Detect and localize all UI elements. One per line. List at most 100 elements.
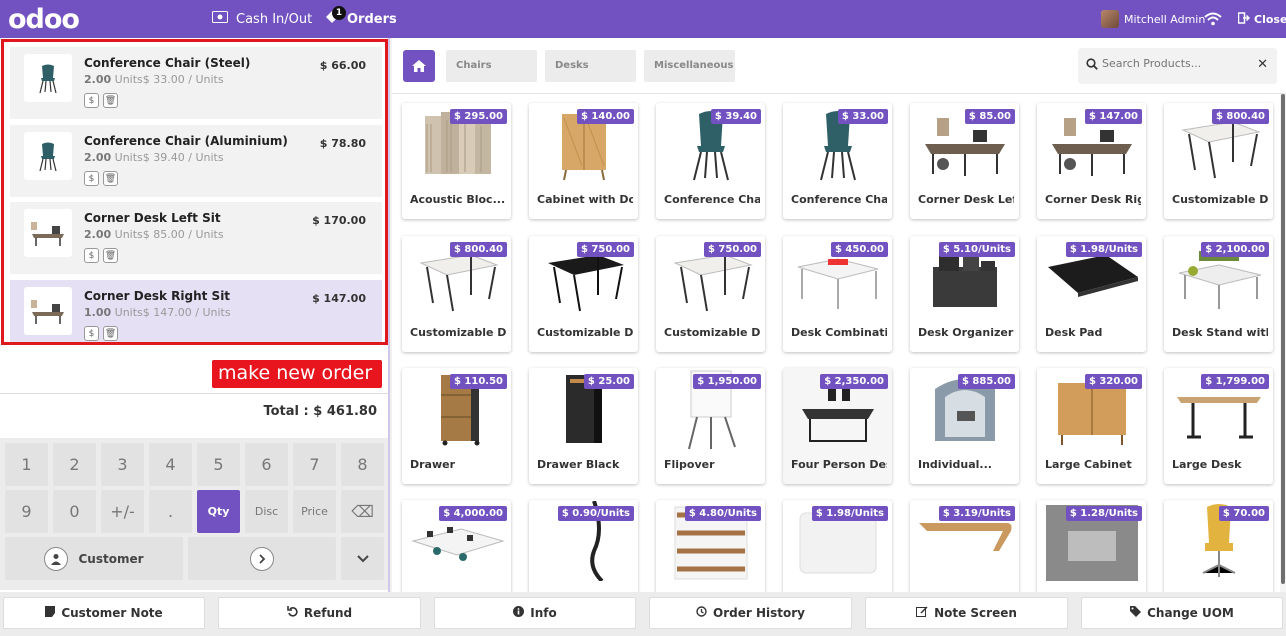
product-card[interactable]: $ 33.00 Conference Chair... — [783, 103, 892, 219]
refund-button[interactable]: Refund — [218, 597, 421, 629]
product-card[interactable]: $ 147.00 Corner Desk Right... — [1037, 103, 1146, 219]
numpad-key[interactable]: 4 — [149, 443, 192, 486]
trash-icon[interactable]: 🗑 — [103, 171, 118, 186]
note-screen-label: Note Screen — [934, 606, 1017, 620]
trash-icon[interactable]: 🗑 — [103, 93, 118, 108]
trash-icon[interactable]: 🗑 — [103, 326, 118, 341]
change-uom-button[interactable]: Change UOM — [1081, 597, 1283, 629]
info-button[interactable]: Info — [434, 597, 636, 629]
product-name: Large Desk — [1172, 458, 1242, 471]
product-card[interactable]: $ 450.00 Desk Combination — [783, 236, 892, 352]
user-menu[interactable]: Mitchell Admin — [1101, 0, 1205, 38]
numpad-key[interactable]: 7 — [293, 443, 336, 486]
trash-icon[interactable]: 🗑 — [103, 248, 118, 263]
product-card[interactable]: $ 295.00 Acoustic Bloc... — [402, 103, 511, 219]
close-label: Close — [1254, 12, 1286, 26]
scrollbar[interactable] — [1280, 94, 1286, 592]
home-icon[interactable] — [403, 50, 435, 82]
product-card[interactable]: $ 4.80/Units — [656, 500, 765, 592]
product-card[interactable]: $ 885.00 Individual... — [910, 368, 1019, 484]
chevron-down-icon[interactable] — [341, 537, 384, 580]
qty-mode-button[interactable]: Qty — [197, 490, 240, 533]
orderline-info: 2.00 Units$ 85.00 / Units — [84, 228, 224, 241]
price-button[interactable]: $ — [84, 171, 99, 186]
product-card[interactable]: $ 25.00 Drawer Black — [529, 368, 638, 484]
chair-icon — [24, 132, 72, 180]
product-card[interactable]: $ 140.00 Cabinet with Doors — [529, 103, 638, 219]
orderline-name: Conference Chair (Steel) — [84, 56, 251, 70]
price-button[interactable]: $ — [84, 248, 99, 263]
orderline[interactable]: Conference Chair (Aluminium) 2.00 Units$… — [10, 125, 382, 197]
product-card[interactable]: $ 85.00 Corner Desk Left... — [910, 103, 1019, 219]
product-price-tag: $ 750.00 — [703, 242, 761, 257]
product-price-tag: $ 800.40 — [1211, 109, 1269, 124]
numpad-key[interactable]: 5 — [197, 443, 240, 486]
customer-note-button[interactable]: Customer Note — [3, 597, 205, 629]
disc-mode-button[interactable]: Disc — [245, 490, 288, 533]
make-new-order-annotation: make new order — [212, 360, 382, 388]
numpad-key[interactable]: 3 — [101, 443, 144, 486]
product-price-tag: $ 140.00 — [576, 109, 634, 124]
close-button[interactable]: Close — [1237, 0, 1286, 38]
product-card[interactable]: $ 1.28/Units — [1037, 500, 1146, 592]
product-price-tag: $ 2,100.00 — [1201, 242, 1269, 257]
category-desks[interactable]: Desks — [545, 50, 636, 82]
product-price-tag: $ 39.40 — [710, 109, 761, 124]
product-card[interactable]: $ 5.10/Units Desk Organizer — [910, 236, 1019, 352]
decimal-key[interactable]: . — [149, 490, 192, 533]
product-card[interactable]: $ 1.98/Units Desk Pad — [1037, 236, 1146, 352]
clear-search-icon[interactable]: ✕ — [1257, 57, 1268, 72]
category-miscellaneous[interactable]: Miscellaneous — [644, 50, 735, 82]
product-card[interactable]: $ 39.40 Conference Chair... — [656, 103, 765, 219]
info-label: Info — [530, 606, 557, 620]
customer-button[interactable]: Customer — [5, 537, 183, 580]
price-mode-button[interactable]: Price — [293, 490, 336, 533]
product-card[interactable]: $ 800.40 Customizable Des... — [1164, 103, 1273, 219]
product-card[interactable]: $ 110.50 Drawer — [402, 368, 511, 484]
chair-icon — [24, 54, 72, 102]
product-card[interactable]: $ 750.00 Customizable Des... — [529, 236, 638, 352]
category-chairs[interactable]: Chairs — [446, 50, 537, 82]
product-card[interactable]: $ 1.98/Units — [783, 500, 892, 592]
product-card[interactable]: $ 2,100.00 Desk Stand with... — [1164, 236, 1273, 352]
price-button[interactable]: $ — [84, 326, 99, 341]
scrollbar-thumb[interactable] — [1281, 94, 1285, 584]
product-card[interactable]: $ 1,799.00 Large Desk — [1164, 368, 1273, 484]
numpad-key[interactable]: 1 — [5, 443, 48, 486]
numpad-key[interactable]: 0 — [53, 490, 96, 533]
product-card[interactable]: $ 800.40 Customizable Des... — [402, 236, 511, 352]
order-history-button[interactable]: Order History — [649, 597, 852, 629]
refund-label: Refund — [303, 606, 353, 620]
numpad-key[interactable]: 9 — [5, 490, 48, 533]
product-card[interactable]: $ 0.90/Units — [529, 500, 638, 592]
numpad-key[interactable]: 2 — [53, 443, 96, 486]
numpad-key[interactable]: 6 — [245, 443, 288, 486]
search-input[interactable] — [1102, 57, 1252, 70]
price-button[interactable]: $ — [84, 93, 99, 108]
numpad-key[interactable]: 8 — [341, 443, 384, 486]
cash-in-out-button[interactable]: Cash In/Out — [212, 0, 312, 38]
product-card[interactable]: $ 3.19/Units — [910, 500, 1019, 592]
product-card[interactable]: $ 70.00 — [1164, 500, 1273, 592]
product-price-tag: $ 147.00 — [1084, 109, 1142, 124]
product-card[interactable]: $ 1,950.00 Flipover — [656, 368, 765, 484]
payment-button[interactable] — [188, 537, 336, 580]
product-card[interactable]: $ 320.00 Large Cabinet — [1037, 368, 1146, 484]
plus-minus-key[interactable]: +/- — [101, 490, 144, 533]
product-price-tag: $ 450.00 — [830, 242, 888, 257]
orderline-selected[interactable]: Corner Desk Right Sit 1.00 Units$ 147.00… — [10, 280, 382, 342]
wifi-icon — [1204, 0, 1222, 38]
product-price-tag: $ 25.00 — [583, 374, 634, 389]
orderline[interactable]: Corner Desk Left Sit 2.00 Units$ 85.00 /… — [10, 202, 382, 274]
order-total: Total : $ 461.80 — [263, 404, 377, 419]
product-price-tag: $ 1,799.00 — [1201, 374, 1269, 389]
product-card[interactable]: $ 750.00 Customizable Des... — [656, 236, 765, 352]
product-price-tag: $ 5.10/Units — [938, 242, 1015, 257]
orderline-name: Conference Chair (Aluminium) — [84, 134, 288, 148]
product-card[interactable]: $ 4,000.00 — [402, 500, 511, 592]
orderline[interactable]: Conference Chair (Steel) 2.00 Units$ 33.… — [10, 47, 382, 119]
product-card[interactable]: $ 2,350.00 Four Person Desk — [783, 368, 892, 484]
user-icon — [44, 546, 69, 571]
note-screen-button[interactable]: Note Screen — [865, 597, 1068, 629]
backspace-icon[interactable]: ⌫ — [341, 490, 384, 533]
